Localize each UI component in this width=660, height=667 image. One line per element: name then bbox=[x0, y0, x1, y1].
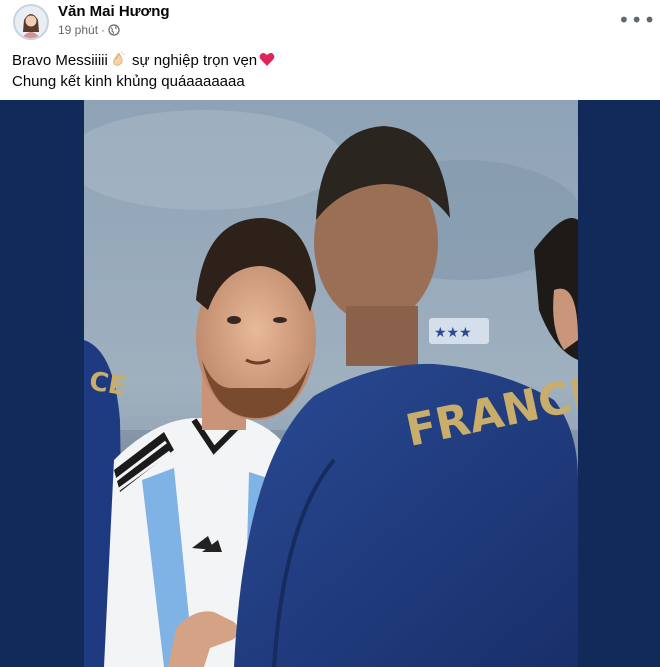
post-caption: Bravo Messiiiii sự nghiệp trọn vẹn Chung… bbox=[12, 50, 632, 92]
svg-text:CE: CE bbox=[87, 366, 128, 402]
caption-line-1: Bravo Messiiiii sự nghiệp trọn vẹn bbox=[12, 50, 632, 71]
red-heart-icon bbox=[259, 52, 275, 67]
post-header: Văn Mai Hương 19 phút · ••• bbox=[0, 0, 660, 44]
svg-text:★★★: ★★★ bbox=[434, 325, 472, 341]
avatar-image bbox=[15, 6, 47, 38]
clapping-hands-icon bbox=[110, 51, 126, 67]
meta-separator: · bbox=[101, 23, 106, 37]
caption-line-2: Chung kết kinh khủng quáaaaaaaa bbox=[12, 73, 245, 90]
post-photo[interactable]: CE ★★★ FRANCE bbox=[0, 100, 660, 667]
caption-text-1b: sự nghiệp trọn vẹn bbox=[132, 52, 258, 69]
caption-text-1a: Bravo Messiiiii bbox=[12, 52, 108, 69]
photo-image: CE ★★★ FRANCE bbox=[84, 100, 578, 667]
post-time[interactable]: 19 phút bbox=[58, 23, 98, 37]
author-avatar[interactable] bbox=[13, 4, 49, 40]
globe-icon[interactable] bbox=[108, 24, 120, 36]
more-options-button[interactable]: ••• bbox=[618, 9, 655, 31]
post-meta: 19 phút · bbox=[58, 23, 120, 37]
author-name[interactable]: Văn Mai Hương bbox=[58, 3, 170, 20]
